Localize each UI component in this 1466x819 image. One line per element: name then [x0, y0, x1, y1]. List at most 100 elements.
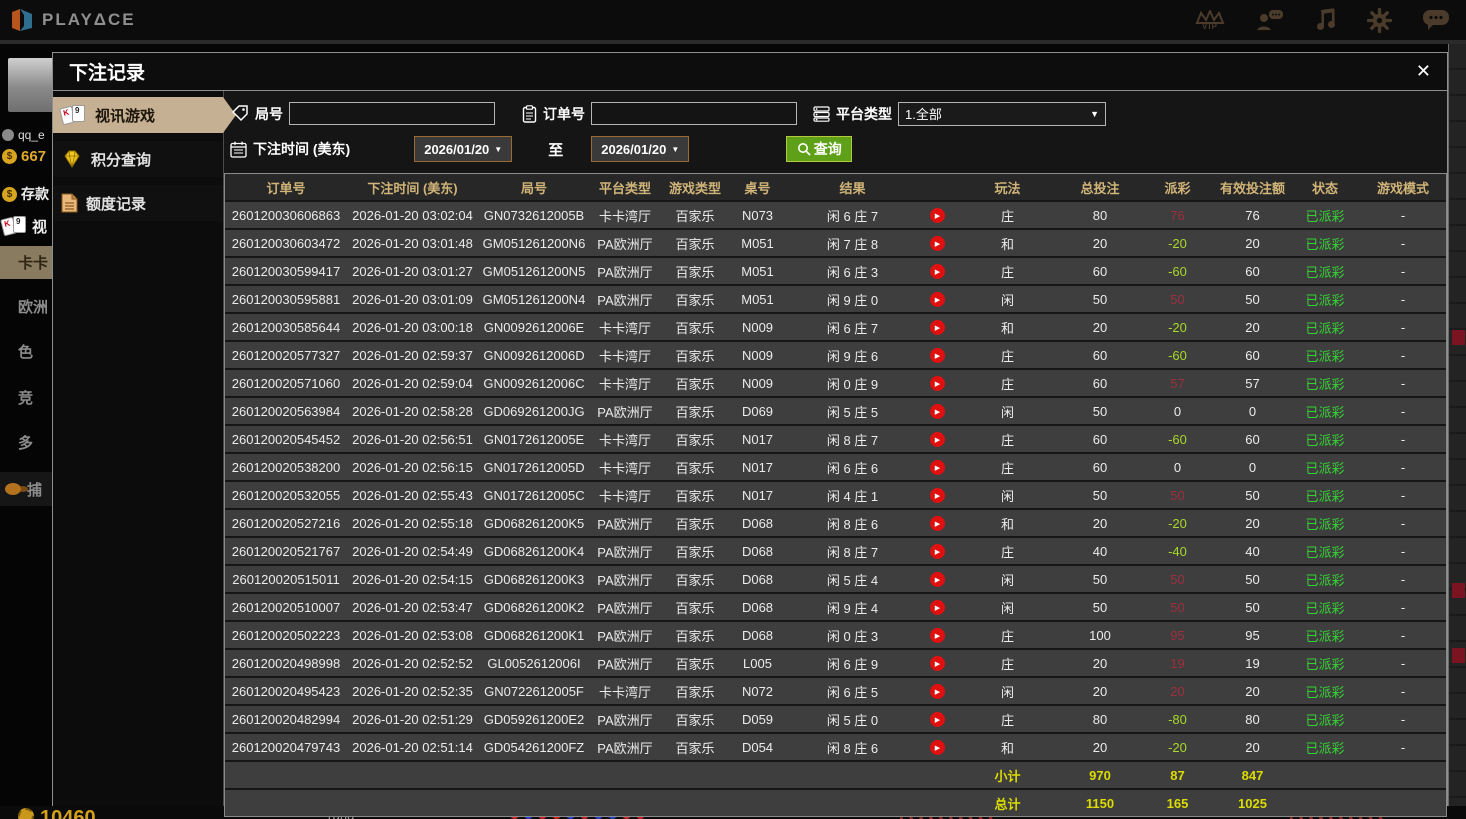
cell-payout: 50 [1140, 565, 1215, 594]
cell-bet-time: 2026-01-20 02:59:37 [347, 341, 478, 370]
cell-result: 闲 7 庄 8 [785, 229, 920, 258]
replay-play-icon[interactable]: ▶ [930, 236, 945, 252]
table-row: 260120030603472 2026-01-20 03:01:48 GM05… [225, 229, 1446, 258]
cell-table-no: D054 [730, 733, 785, 762]
video-games-row[interactable]: K 9 视 [0, 216, 47, 237]
col-payout: 派彩 [1140, 174, 1215, 202]
cell-replay: ▶ [920, 397, 955, 426]
tab-quota-records[interactable]: 额度记录 [53, 185, 223, 221]
replay-play-icon[interactable]: ▶ [930, 628, 945, 644]
cell-game-mode: - [1360, 257, 1446, 286]
cell-total-bet: 20 [1060, 649, 1140, 678]
cell-game-type: 百家乐 [660, 369, 730, 398]
cell-table-no: N009 [730, 369, 785, 398]
settings-icon[interactable] [1367, 7, 1392, 33]
cell-replay: ▶ [920, 313, 955, 342]
round-input[interactable] [289, 102, 495, 125]
replay-play-icon[interactable]: ▶ [930, 320, 945, 336]
close-icon[interactable]: ✕ [1416, 61, 1431, 82]
deposit-row[interactable]: $ 存款 [2, 184, 49, 204]
replay-play-icon[interactable]: ▶ [930, 712, 945, 728]
replay-play-icon[interactable]: ▶ [930, 208, 945, 224]
replay-play-icon[interactable]: ▶ [930, 740, 945, 756]
replay-play-icon[interactable]: ▶ [930, 432, 945, 448]
cards-icon: K 9 [0, 216, 28, 237]
chat-icon[interactable] [1422, 8, 1450, 32]
col-table-no: 桌号 [730, 174, 785, 202]
cell-replay: ▶ [920, 649, 955, 678]
cell-platform: PA欧洲厅 [590, 565, 660, 594]
search-button[interactable]: 查询 [786, 136, 853, 162]
tab-video-games[interactable]: K 9 视讯游戏 [53, 97, 236, 133]
round-filter: 局号 [232, 102, 495, 125]
lobby-hall-item[interactable]: 色 [18, 341, 33, 362]
username-row: qq_e [2, 128, 45, 142]
username: qq_e [18, 128, 45, 142]
cell-replay: ▶ [920, 257, 955, 286]
cell-replay: ▶ [920, 481, 955, 510]
cell-round: GN0172612005C [478, 481, 590, 510]
records-table: 订单号 下注时间 (美东) 局号 平台类型 游戏类型 桌号 结果 玩法 总投注 [225, 174, 1446, 816]
replay-play-icon[interactable]: ▶ [930, 572, 945, 588]
replay-play-icon[interactable]: ▶ [930, 600, 945, 616]
cell-platform: PA欧洲厅 [590, 285, 660, 314]
cell-total-bet: 50 [1060, 397, 1140, 426]
cell-game-type: 百家乐 [660, 397, 730, 426]
lobby-hall-item[interactable]: 竞 [18, 387, 33, 408]
replay-play-icon[interactable]: ▶ [930, 264, 945, 280]
cell-result: 闲 8 庄 6 [785, 509, 920, 538]
date-to-picker[interactable]: 2026/01/20 ▼ [591, 136, 690, 162]
support-icon[interactable] [1255, 8, 1285, 32]
cell-round: GL0052612006I [478, 649, 590, 678]
brand-logo[interactable]: PLAYΔCE [0, 8, 136, 32]
subtotal-payout: 87 [1140, 761, 1215, 790]
cell-bet-time: 2026-01-20 02:51:14 [347, 733, 478, 762]
cell-replay: ▶ [920, 733, 955, 762]
replay-play-icon[interactable]: ▶ [930, 656, 945, 672]
replay-play-icon[interactable]: ▶ [930, 348, 945, 364]
cell-order: 260120030599417 [225, 257, 347, 286]
cell-play-type: 庄 [955, 341, 1060, 370]
cell-status: 已派彩 [1290, 453, 1360, 482]
cell-game-type: 百家乐 [660, 593, 730, 622]
replay-play-icon[interactable]: ▶ [930, 404, 945, 420]
replay-play-icon[interactable]: ▶ [930, 516, 945, 532]
subtotal-valid: 847 [1215, 761, 1290, 790]
cell-valid-bet: 60 [1215, 257, 1290, 286]
avatar[interactable] [8, 58, 55, 112]
platform-select[interactable]: 1.全部 ▼ [898, 101, 1106, 126]
gem-icon [61, 150, 83, 168]
table-row: 260120020479743 2026-01-20 02:51:14 GD05… [225, 733, 1446, 762]
replay-play-icon[interactable]: ▶ [930, 488, 945, 504]
deposit-label: 存款 [21, 186, 49, 202]
vip-icon[interactable]: VIP [1195, 9, 1225, 31]
cell-total-bet: 20 [1060, 229, 1140, 258]
cell-order: 260120030603472 [225, 229, 347, 258]
bet-time-filter-label: 下注时间 (美东) [230, 139, 350, 159]
music-icon[interactable] [1315, 8, 1337, 32]
cell-valid-bet: 19 [1215, 649, 1290, 678]
tab-points-query[interactable]: 积分查询 [53, 141, 223, 177]
replay-play-icon[interactable]: ▶ [930, 544, 945, 560]
cell-result: 闲 6 庄 7 [785, 201, 920, 230]
cell-bet-time: 2026-01-20 03:01:27 [347, 257, 478, 286]
lobby-hall-item[interactable]: 欧洲 [18, 296, 48, 317]
replay-play-icon[interactable]: ▶ [930, 684, 945, 700]
cell-result: 闲 5 庄 0 [785, 705, 920, 734]
replay-play-icon[interactable]: ▶ [930, 292, 945, 308]
platform-selected-value: 1.全部 [905, 107, 942, 122]
table-row: 260120020495423 2026-01-20 02:52:35 GN07… [225, 677, 1446, 706]
order-label: 订单号 [543, 105, 585, 122]
replay-play-icon[interactable]: ▶ [930, 460, 945, 476]
cell-play-type: 庄 [955, 453, 1060, 482]
cell-game-type: 百家乐 [660, 705, 730, 734]
cell-payout: 76 [1140, 201, 1215, 230]
cell-platform: 卡卡湾厅 [590, 677, 660, 706]
replay-play-icon[interactable]: ▶ [930, 376, 945, 392]
lobby-hall-item[interactable]: 多 [18, 432, 33, 453]
cell-valid-bet: 20 [1215, 229, 1290, 258]
balance-value: 667 [21, 148, 47, 165]
date-from-picker[interactable]: 2026/01/20 ▼ [414, 136, 513, 162]
order-input[interactable] [591, 102, 797, 125]
table-row: 260120030595881 2026-01-20 03:01:09 GM05… [225, 285, 1446, 314]
